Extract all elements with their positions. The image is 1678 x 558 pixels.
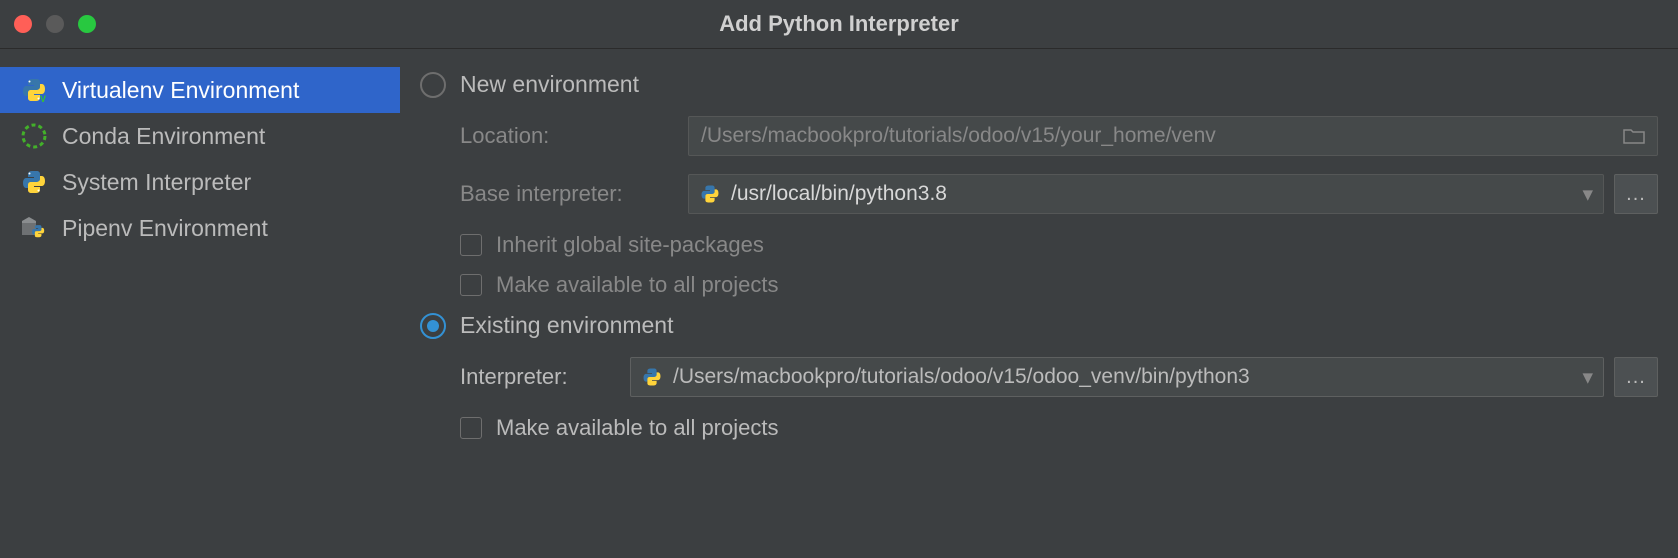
sidebar-item-conda[interactable]: Conda Environment xyxy=(0,113,400,159)
sidebar-item-label: Conda Environment xyxy=(62,123,265,150)
inherit-global-checkbox-row[interactable]: Inherit global site-packages xyxy=(460,232,1658,258)
window-controls xyxy=(14,15,96,33)
python-venv-icon: V xyxy=(20,76,48,104)
interpreter-row: Interpreter: /Users/macbookpro/tutorials… xyxy=(460,357,1658,397)
checkbox-icon xyxy=(460,417,482,439)
location-label: Location: xyxy=(460,123,678,149)
titlebar: Add Python Interpreter xyxy=(0,0,1678,49)
sidebar-item-pipenv[interactable]: Pipenv Environment xyxy=(0,205,400,251)
minimize-window-button[interactable] xyxy=(46,15,64,33)
sidebar-item-label: Virtualenv Environment xyxy=(62,77,299,104)
python-icon xyxy=(20,168,48,196)
chevron-down-icon: ▾ xyxy=(1582,365,1593,390)
radio-label: New environment xyxy=(460,71,639,98)
radio-label: Existing environment xyxy=(460,312,674,339)
checkbox-label: Make available to all projects xyxy=(496,272,778,298)
chevron-down-icon: ▾ xyxy=(1582,182,1593,207)
browse-folder-icon[interactable] xyxy=(1623,127,1645,145)
sidebar-item-virtualenv[interactable]: V Virtualenv Environment xyxy=(0,67,400,113)
make-available-existing-checkbox-row[interactable]: Make available to all projects xyxy=(460,415,1658,441)
python-icon xyxy=(641,366,663,388)
maximize-window-button[interactable] xyxy=(78,15,96,33)
close-window-button[interactable] xyxy=(14,15,32,33)
location-row: Location: /Users/macbookpro/tutorials/od… xyxy=(460,116,1658,156)
python-icon xyxy=(699,183,721,205)
interpreter-label: Interpreter: xyxy=(460,364,620,390)
sidebar-item-label: Pipenv Environment xyxy=(62,215,268,242)
existing-env-form: Interpreter: /Users/macbookpro/tutorials… xyxy=(420,357,1658,441)
radio-existing-environment[interactable]: Existing environment xyxy=(420,312,1658,339)
sidebar-item-system[interactable]: System Interpreter xyxy=(0,159,400,205)
conda-icon xyxy=(20,122,48,150)
interpreter-type-sidebar: V Virtualenv Environment Conda Environme… xyxy=(0,49,400,558)
checkbox-icon xyxy=(460,234,482,256)
make-available-new-checkbox-row[interactable]: Make available to all projects xyxy=(460,272,1658,298)
interpreter-combo[interactable]: /Users/macbookpro/tutorials/odoo/v15/odo… xyxy=(630,357,1604,397)
base-interpreter-combo[interactable]: /usr/local/bin/python3.8 ▾ xyxy=(688,174,1604,214)
sidebar-item-label: System Interpreter xyxy=(62,169,251,196)
svg-text:V: V xyxy=(40,94,46,103)
radio-new-environment[interactable]: New environment xyxy=(420,71,1658,98)
radio-icon xyxy=(420,313,446,339)
base-interpreter-value: /usr/local/bin/python3.8 xyxy=(731,182,1582,206)
location-input[interactable]: /Users/macbookpro/tutorials/odoo/v15/you… xyxy=(688,116,1658,156)
checkbox-icon xyxy=(460,274,482,296)
window-title: Add Python Interpreter xyxy=(0,11,1678,37)
base-interpreter-label: Base interpreter: xyxy=(460,181,678,207)
pipenv-icon xyxy=(20,214,48,242)
browse-base-interpreter-button[interactable]: ... xyxy=(1614,174,1658,214)
radio-icon xyxy=(420,72,446,98)
checkbox-label: Make available to all projects xyxy=(496,415,778,441)
location-value: /Users/macbookpro/tutorials/odoo/v15/you… xyxy=(701,124,1216,148)
new-env-form: Location: /Users/macbookpro/tutorials/od… xyxy=(420,116,1658,298)
browse-interpreter-button[interactable]: ... xyxy=(1614,357,1658,397)
base-interpreter-row: Base interpreter: /usr/local/bin/python3… xyxy=(460,174,1658,214)
checkbox-label: Inherit global site-packages xyxy=(496,232,764,258)
interpreter-value: /Users/macbookpro/tutorials/odoo/v15/odo… xyxy=(673,365,1582,389)
main-panel: New environment Location: /Users/macbook… xyxy=(400,49,1678,558)
dialog-content: V Virtualenv Environment Conda Environme… xyxy=(0,49,1678,558)
